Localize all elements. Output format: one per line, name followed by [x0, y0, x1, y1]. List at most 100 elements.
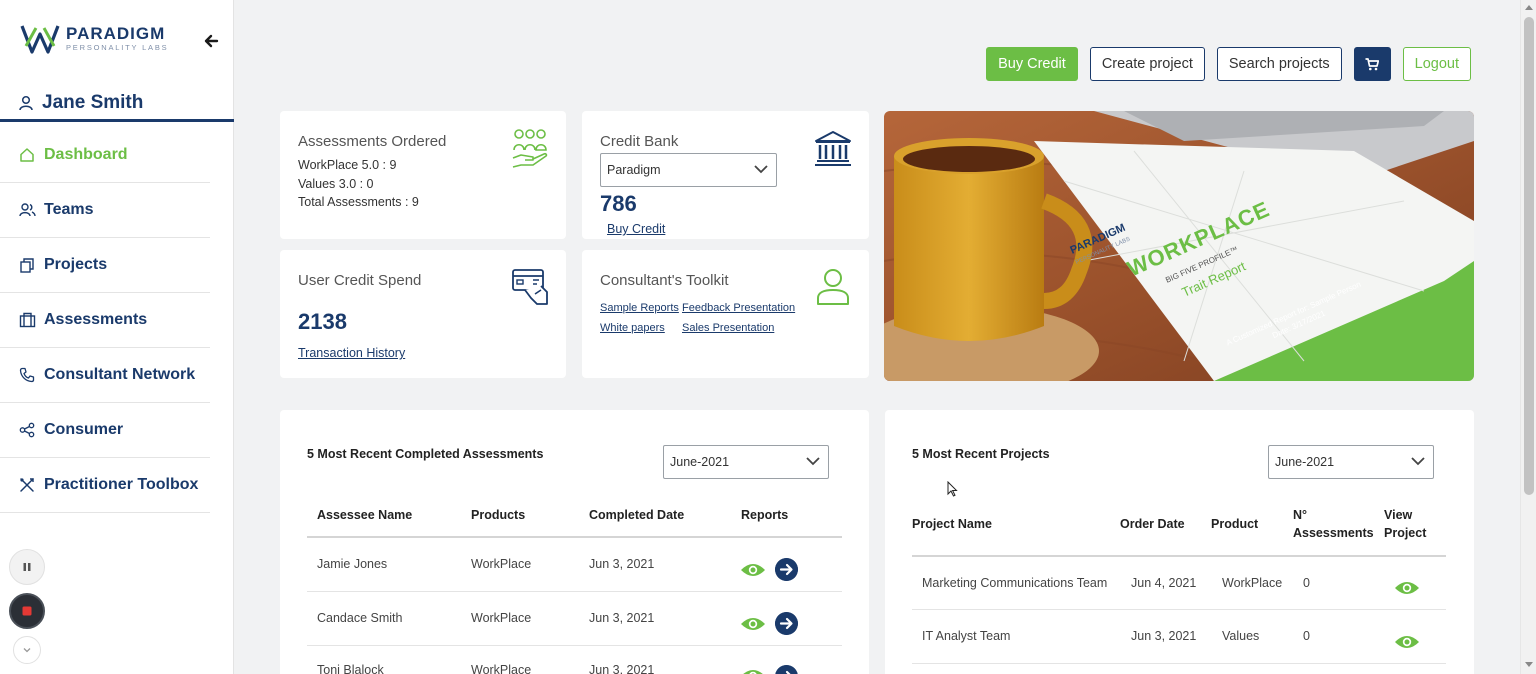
pause-recording-button[interactable] [9, 549, 45, 585]
order-date: Jun 4, 2021 [1131, 576, 1197, 590]
stop-recording-button[interactable] [9, 593, 45, 629]
view-project-eye-icon[interactable] [1394, 634, 1420, 650]
phone-icon [18, 366, 36, 384]
user-name: Jane Smith [42, 92, 144, 113]
cart-button[interactable] [1353, 47, 1391, 81]
scroll-up-arrow-icon[interactable] [1525, 5, 1533, 10]
view-report-eye-icon[interactable] [740, 668, 766, 674]
card-title: User Credit Spend [298, 272, 422, 289]
home-icon [18, 146, 36, 164]
sidebar-nav: Dashboard Teams Projects Assessments Con… [0, 128, 210, 513]
column-header[interactable]: Order Date [1120, 515, 1185, 533]
completed-date: Jun 3, 2021 [589, 611, 655, 625]
sidebar-item-teams[interactable]: Teams [0, 183, 210, 238]
sidebar-item-label: Practitioner Toolbox [44, 476, 199, 493]
recent-projects-panel: 5 Most Recent Projects June-2021 Project… [885, 410, 1474, 674]
transaction-history-link[interactable]: Transaction History [298, 346, 405, 360]
table-header-divider [307, 536, 842, 538]
view-report-eye-icon[interactable] [740, 616, 766, 632]
project-name: Marketing Communications Team [922, 576, 1108, 590]
credit-spend-total: 2138 [298, 309, 347, 334]
completed-date: Jun 3, 2021 [589, 557, 655, 571]
sidebar-item-label: Teams [44, 201, 94, 218]
collapse-sidebar-arrow-icon[interactable] [201, 31, 221, 51]
card-title: Assessments Ordered [298, 133, 447, 150]
chevron-down-icon [23, 648, 31, 653]
sidebar-item-label: Assessments [44, 311, 148, 328]
pause-icon [23, 563, 31, 571]
row-divider [912, 609, 1446, 610]
open-report-arrow-icon[interactable] [775, 558, 798, 581]
credit-card-icon [512, 269, 548, 305]
open-report-arrow-icon[interactable] [775, 612, 798, 635]
white-papers-link[interactable]: White papers [600, 322, 665, 334]
chevron-down-icon [1411, 457, 1425, 466]
credit-balance: 786 [600, 191, 637, 216]
chevron-down-icon [806, 457, 820, 466]
cart-icon [1365, 57, 1380, 70]
scroll-thumb[interactable] [1524, 17, 1534, 495]
row-divider [307, 645, 842, 646]
panel-title: 5 Most Recent Projects [912, 447, 1050, 461]
sales-presentation-link[interactable]: Sales Presentation [682, 322, 774, 334]
sample-reports-link[interactable]: Sample Reports [600, 302, 679, 314]
sidebar-item-practitioner-toolbox[interactable]: Practitioner Toolbox [0, 458, 210, 513]
sidebar-item-projects[interactable]: Projects [0, 238, 210, 293]
logout-button[interactable]: Logout [1402, 47, 1471, 81]
mouse-cursor-icon [947, 481, 958, 497]
brand-subtitle: PERSONALITY LABS [66, 43, 169, 52]
table-header-divider [912, 555, 1446, 557]
user-icon [19, 95, 33, 111]
view-report-eye-icon[interactable] [740, 562, 766, 578]
consultant-user-icon [817, 269, 849, 305]
credit-bank-select[interactable]: Paradigm [600, 153, 777, 187]
assessee-name: Toni Blalock [317, 663, 384, 674]
select-value: June-2021 [670, 455, 730, 469]
assessment-count: 0 [1303, 629, 1310, 643]
column-header[interactable]: View Project [1384, 506, 1434, 542]
sidebar-item-assessments[interactable]: Assessments [0, 293, 210, 348]
assessment-count: 0 [1303, 576, 1310, 590]
column-header[interactable]: Product [1211, 515, 1258, 533]
sidebar-item-label: Projects [44, 256, 108, 273]
sidebar-item-consumer[interactable]: Consumer [0, 403, 210, 458]
column-header[interactable]: Project Name [912, 515, 992, 533]
recent-assessments-panel: 5 Most Recent Completed Assessments June… [280, 410, 869, 674]
card-title: Credit Bank [600, 133, 679, 150]
assessment-count-line: Total Assessments : 9 [298, 195, 419, 209]
row-divider [307, 591, 842, 592]
assessee-name: Candace Smith [317, 611, 403, 625]
buy-credit-link[interactable]: Buy Credit [607, 222, 665, 236]
column-header[interactable]: Products [471, 506, 525, 524]
column-header[interactable]: N° Assessments [1293, 506, 1379, 542]
open-report-arrow-icon[interactable] [775, 665, 798, 674]
brand-logo[interactable]: PARADIGM PERSONALITY LABS [20, 20, 180, 58]
column-header[interactable]: Assessee Name [317, 506, 412, 524]
row-divider [912, 663, 1446, 664]
select-value: Paradigm [607, 163, 661, 177]
product-name: WorkPlace [471, 557, 532, 571]
projects-month-select[interactable]: June-2021 [1268, 445, 1434, 479]
feedback-presentation-link[interactable]: Feedback Presentation [682, 302, 795, 314]
brand-title: PARADIGM [66, 24, 166, 43]
sidebar-item-consultant-network[interactable]: Consultant Network [0, 348, 210, 403]
assessments-month-select[interactable]: June-2021 [663, 445, 829, 479]
product-name: WorkPlace [1222, 576, 1283, 590]
assessee-name: Jamie Jones [317, 557, 388, 571]
buy-credit-button[interactable]: Buy Credit [986, 47, 1078, 81]
expand-recorder-button[interactable] [13, 636, 41, 664]
sidebar-item-dashboard[interactable]: Dashboard [0, 128, 210, 183]
column-header[interactable]: Reports [741, 506, 788, 524]
scroll-down-arrow-icon[interactable] [1525, 662, 1533, 667]
tools-icon [18, 476, 36, 494]
create-project-button[interactable]: Create project [1089, 47, 1205, 81]
search-projects-button[interactable]: Search projects [1216, 47, 1342, 81]
sidebar-item-label: Consumer [44, 421, 124, 438]
column-header[interactable]: Completed Date [589, 506, 684, 524]
view-project-eye-icon[interactable] [1394, 580, 1420, 596]
sidebar-item-label: Dashboard [44, 146, 128, 163]
stop-icon [22, 606, 32, 616]
page-scrollbar[interactable] [1520, 0, 1536, 674]
users-icon [18, 201, 36, 219]
user-profile[interactable]: Jane Smith [0, 92, 234, 122]
